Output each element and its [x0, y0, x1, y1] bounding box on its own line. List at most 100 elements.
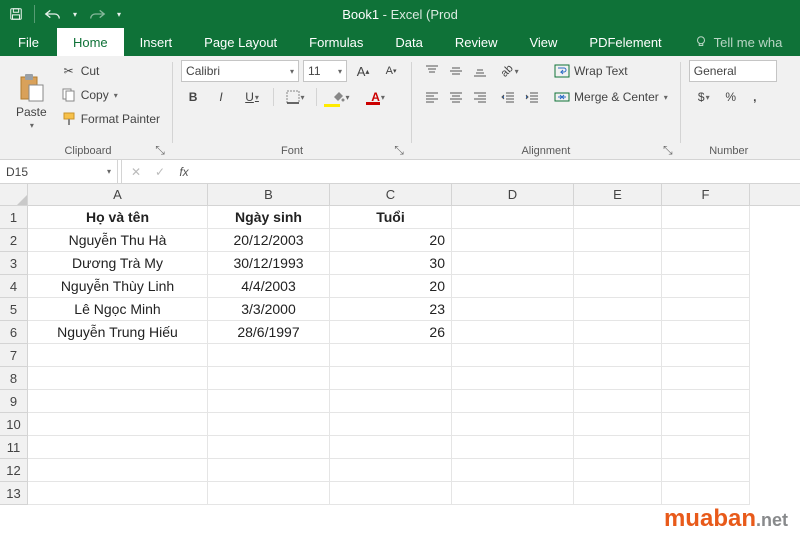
cell-E6[interactable]	[574, 321, 662, 344]
align-center-button[interactable]	[444, 86, 468, 108]
cell-A12[interactable]	[28, 459, 208, 482]
cell-B4[interactable]: 4/4/2003	[208, 275, 330, 298]
percent-format-button[interactable]: %	[719, 86, 743, 108]
paste-button[interactable]: Paste ▾	[12, 60, 51, 143]
font-launcher[interactable]: ⤡	[393, 144, 405, 156]
cell-A13[interactable]	[28, 482, 208, 505]
cell-F1[interactable]	[662, 206, 750, 229]
cell-E7[interactable]	[574, 344, 662, 367]
row-header-5[interactable]: 5	[0, 298, 27, 321]
cell-F3[interactable]	[662, 252, 750, 275]
cell-D11[interactable]	[452, 436, 574, 459]
cell-D9[interactable]	[452, 390, 574, 413]
font-size-combo[interactable]: 11▾	[303, 60, 347, 82]
row-header-12[interactable]: 12	[0, 459, 27, 482]
row-header-2[interactable]: 2	[0, 229, 27, 252]
cell-F5[interactable]	[662, 298, 750, 321]
cell-D1[interactable]	[452, 206, 574, 229]
cell-E1[interactable]	[574, 206, 662, 229]
align-right-button[interactable]	[468, 86, 492, 108]
tab-file[interactable]: File	[0, 28, 57, 56]
cell-B1[interactable]: Ngày sinh	[208, 206, 330, 229]
bold-button[interactable]: B	[181, 86, 205, 108]
cut-button[interactable]: ✂ Cut	[57, 60, 164, 82]
cell-F9[interactable]	[662, 390, 750, 413]
cell-B8[interactable]	[208, 367, 330, 390]
undo-icon[interactable]	[41, 2, 65, 26]
cell-D13[interactable]	[452, 482, 574, 505]
column-header-E[interactable]: E	[574, 184, 662, 205]
tell-me[interactable]: Tell me wha	[678, 28, 799, 56]
cell-A7[interactable]	[28, 344, 208, 367]
cell-C9[interactable]	[330, 390, 452, 413]
cell-A3[interactable]: Dương Trà My	[28, 252, 208, 275]
decrease-font-button[interactable]: A▾	[379, 60, 403, 82]
cell-B5[interactable]: 3/3/2000	[208, 298, 330, 321]
align-middle-button[interactable]	[444, 60, 468, 82]
cell-E13[interactable]	[574, 482, 662, 505]
row-header-7[interactable]: 7	[0, 344, 27, 367]
cell-E4[interactable]	[574, 275, 662, 298]
cell-D3[interactable]	[452, 252, 574, 275]
decrease-indent-button[interactable]	[496, 86, 520, 108]
cell-A2[interactable]: Nguyễn Thu Hà	[28, 229, 208, 252]
cell-D5[interactable]	[452, 298, 574, 321]
column-header-F[interactable]: F	[662, 184, 750, 205]
row-header-9[interactable]: 9	[0, 390, 27, 413]
tab-formulas[interactable]: Formulas	[293, 28, 379, 56]
tab-home[interactable]: Home	[57, 28, 124, 56]
align-top-button[interactable]	[420, 60, 444, 82]
align-bottom-button[interactable]	[468, 60, 492, 82]
cell-F4[interactable]	[662, 275, 750, 298]
comma-format-button[interactable]: ,	[743, 86, 767, 108]
cell-E12[interactable]	[574, 459, 662, 482]
cell-D4[interactable]	[452, 275, 574, 298]
cell-C13[interactable]	[330, 482, 452, 505]
increase-font-button[interactable]: A▴	[351, 60, 375, 82]
cell-B11[interactable]	[208, 436, 330, 459]
cell-C8[interactable]	[330, 367, 452, 390]
cell-B10[interactable]	[208, 413, 330, 436]
cell-C4[interactable]: 20	[330, 275, 452, 298]
cell-D12[interactable]	[452, 459, 574, 482]
cell-E8[interactable]	[574, 367, 662, 390]
cell-B6[interactable]: 28/6/1997	[208, 321, 330, 344]
cell-C1[interactable]: Tuổi	[330, 206, 452, 229]
cell-C5[interactable]: 23	[330, 298, 452, 321]
cell-E3[interactable]	[574, 252, 662, 275]
select-all-corner[interactable]	[0, 184, 28, 206]
row-header-10[interactable]: 10	[0, 413, 27, 436]
cell-A10[interactable]	[28, 413, 208, 436]
cell-A5[interactable]: Lê Ngọc Minh	[28, 298, 208, 321]
row-header-3[interactable]: 3	[0, 252, 27, 275]
cell-F8[interactable]	[662, 367, 750, 390]
orientation-button[interactable]: ab▾	[496, 60, 524, 82]
align-left-button[interactable]	[420, 86, 444, 108]
name-box[interactable]: D15 ▾	[0, 160, 118, 183]
cell-F11[interactable]	[662, 436, 750, 459]
row-header-6[interactable]: 6	[0, 321, 27, 344]
cell-A11[interactable]	[28, 436, 208, 459]
wrap-text-button[interactable]: Wrap Text	[550, 60, 672, 82]
tab-view[interactable]: View	[513, 28, 573, 56]
save-icon[interactable]	[4, 2, 28, 26]
cell-D6[interactable]	[452, 321, 574, 344]
underline-button[interactable]: U▾	[237, 86, 267, 108]
accounting-format-button[interactable]: $▾	[689, 86, 719, 108]
cell-F2[interactable]	[662, 229, 750, 252]
cell-F13[interactable]	[662, 482, 750, 505]
tab-data[interactable]: Data	[379, 28, 438, 56]
tab-page-layout[interactable]: Page Layout	[188, 28, 293, 56]
italic-button[interactable]: I	[209, 86, 233, 108]
cell-D8[interactable]	[452, 367, 574, 390]
cell-E10[interactable]	[574, 413, 662, 436]
cell-B3[interactable]: 30/12/1993	[208, 252, 330, 275]
cell-F12[interactable]	[662, 459, 750, 482]
cell-B9[interactable]	[208, 390, 330, 413]
row-header-1[interactable]: 1	[0, 206, 27, 229]
format-painter-button[interactable]: Format Painter	[57, 108, 164, 130]
number-format-combo[interactable]: General	[689, 60, 777, 82]
cell-B7[interactable]	[208, 344, 330, 367]
cell-C11[interactable]	[330, 436, 452, 459]
cell-E11[interactable]	[574, 436, 662, 459]
